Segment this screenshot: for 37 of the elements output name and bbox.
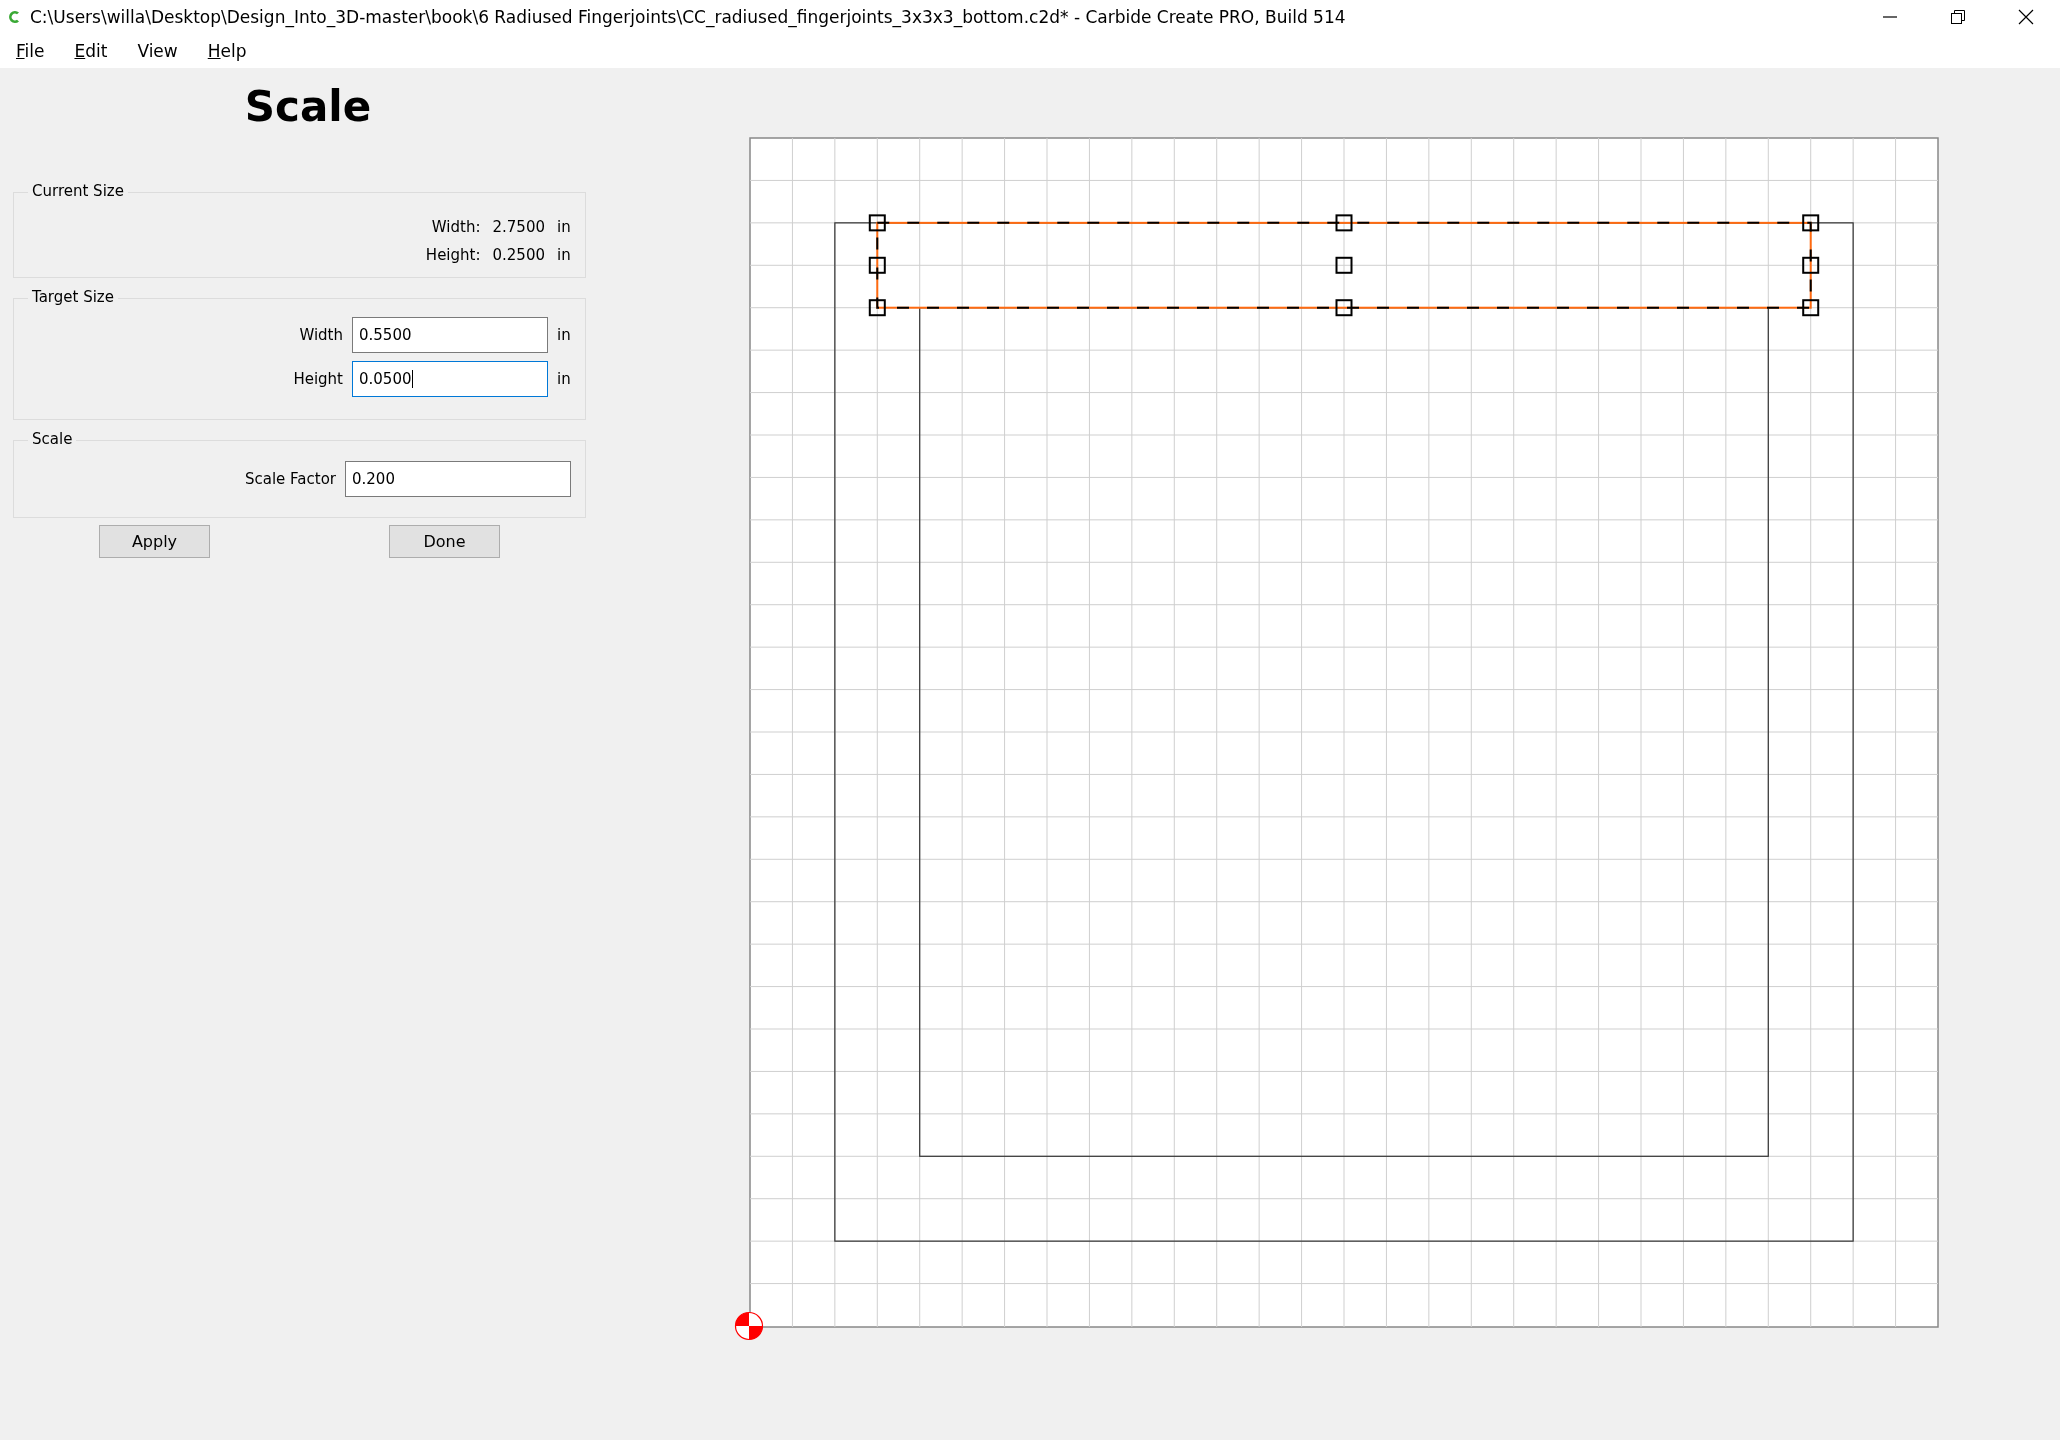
resize-handle[interactable]: [868, 256, 886, 274]
input-field[interactable]: 0.200: [345, 461, 571, 497]
resize-handle[interactable]: [1802, 214, 1820, 232]
window-title: C:\Users\willa\Desktop\Design_Into_3D-master\book\6 Radiused Fingerjoints\CC_radiused_fingerjoints_3x3x3_bottom.c2d* - Carbide Create PRO, Build 514: [30, 7, 1346, 27]
field-label: Scale Factor: [244, 470, 336, 488]
size-value: 0.2500: [492, 246, 545, 264]
origin-marker-icon: [734, 1311, 764, 1341]
resize-handle[interactable]: [1335, 214, 1353, 232]
resize-handle[interactable]: [868, 299, 886, 317]
input-field[interactable]: 0.0500: [352, 361, 548, 397]
resize-handle[interactable]: [1335, 299, 1353, 317]
unit-label: in: [557, 370, 571, 388]
resize-handle[interactable]: [1335, 256, 1353, 274]
menu-item[interactable]: Edit: [74, 41, 108, 61]
app-logo-icon: [6, 9, 22, 25]
restore-icon[interactable]: [1950, 9, 1966, 25]
close-icon[interactable]: [2018, 9, 2034, 25]
resize-handle[interactable]: [868, 214, 886, 232]
menu-item[interactable]: View: [137, 41, 178, 61]
size-label: Width:: [431, 218, 481, 236]
group-title: Target Size: [28, 288, 118, 306]
size-label: Height:: [425, 246, 481, 264]
menu-item[interactable]: File: [16, 41, 45, 61]
panel-title: Scale: [243, 81, 373, 133]
unit-label: in: [557, 246, 571, 264]
unit-label: in: [557, 326, 571, 344]
action-button[interactable]: Done: [389, 525, 500, 558]
action-button[interactable]: Apply: [99, 525, 210, 558]
size-value: 2.7500: [492, 218, 545, 236]
unit-label: in: [557, 218, 571, 236]
field-label: Height: [293, 370, 343, 388]
resize-handle[interactable]: [1802, 299, 1820, 317]
input-field[interactable]: 0.5500: [352, 317, 548, 353]
field-label: Width: [299, 326, 343, 344]
resize-handle[interactable]: [1802, 256, 1820, 274]
menu-item[interactable]: Help: [207, 41, 247, 61]
selection-box[interactable]: [876, 221, 1812, 309]
